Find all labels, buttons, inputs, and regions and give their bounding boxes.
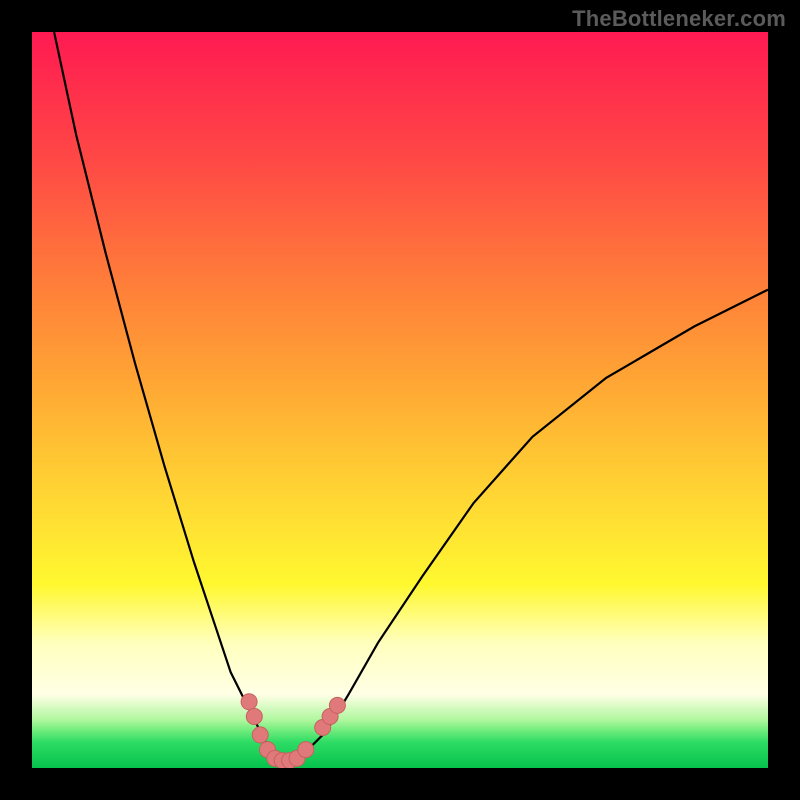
curve-marker	[241, 694, 257, 710]
chart-frame: TheBottleneker.com	[0, 0, 800, 800]
bottleneck-curve-path	[54, 32, 768, 761]
plot-area	[32, 32, 768, 768]
curve-marker	[329, 697, 345, 713]
watermark-text: TheBottleneker.com	[572, 6, 786, 32]
curve-markers	[241, 694, 345, 768]
bottleneck-curve-svg	[32, 32, 768, 768]
curve-marker	[252, 727, 268, 743]
curve-marker	[246, 709, 262, 725]
curve-marker	[298, 742, 314, 758]
